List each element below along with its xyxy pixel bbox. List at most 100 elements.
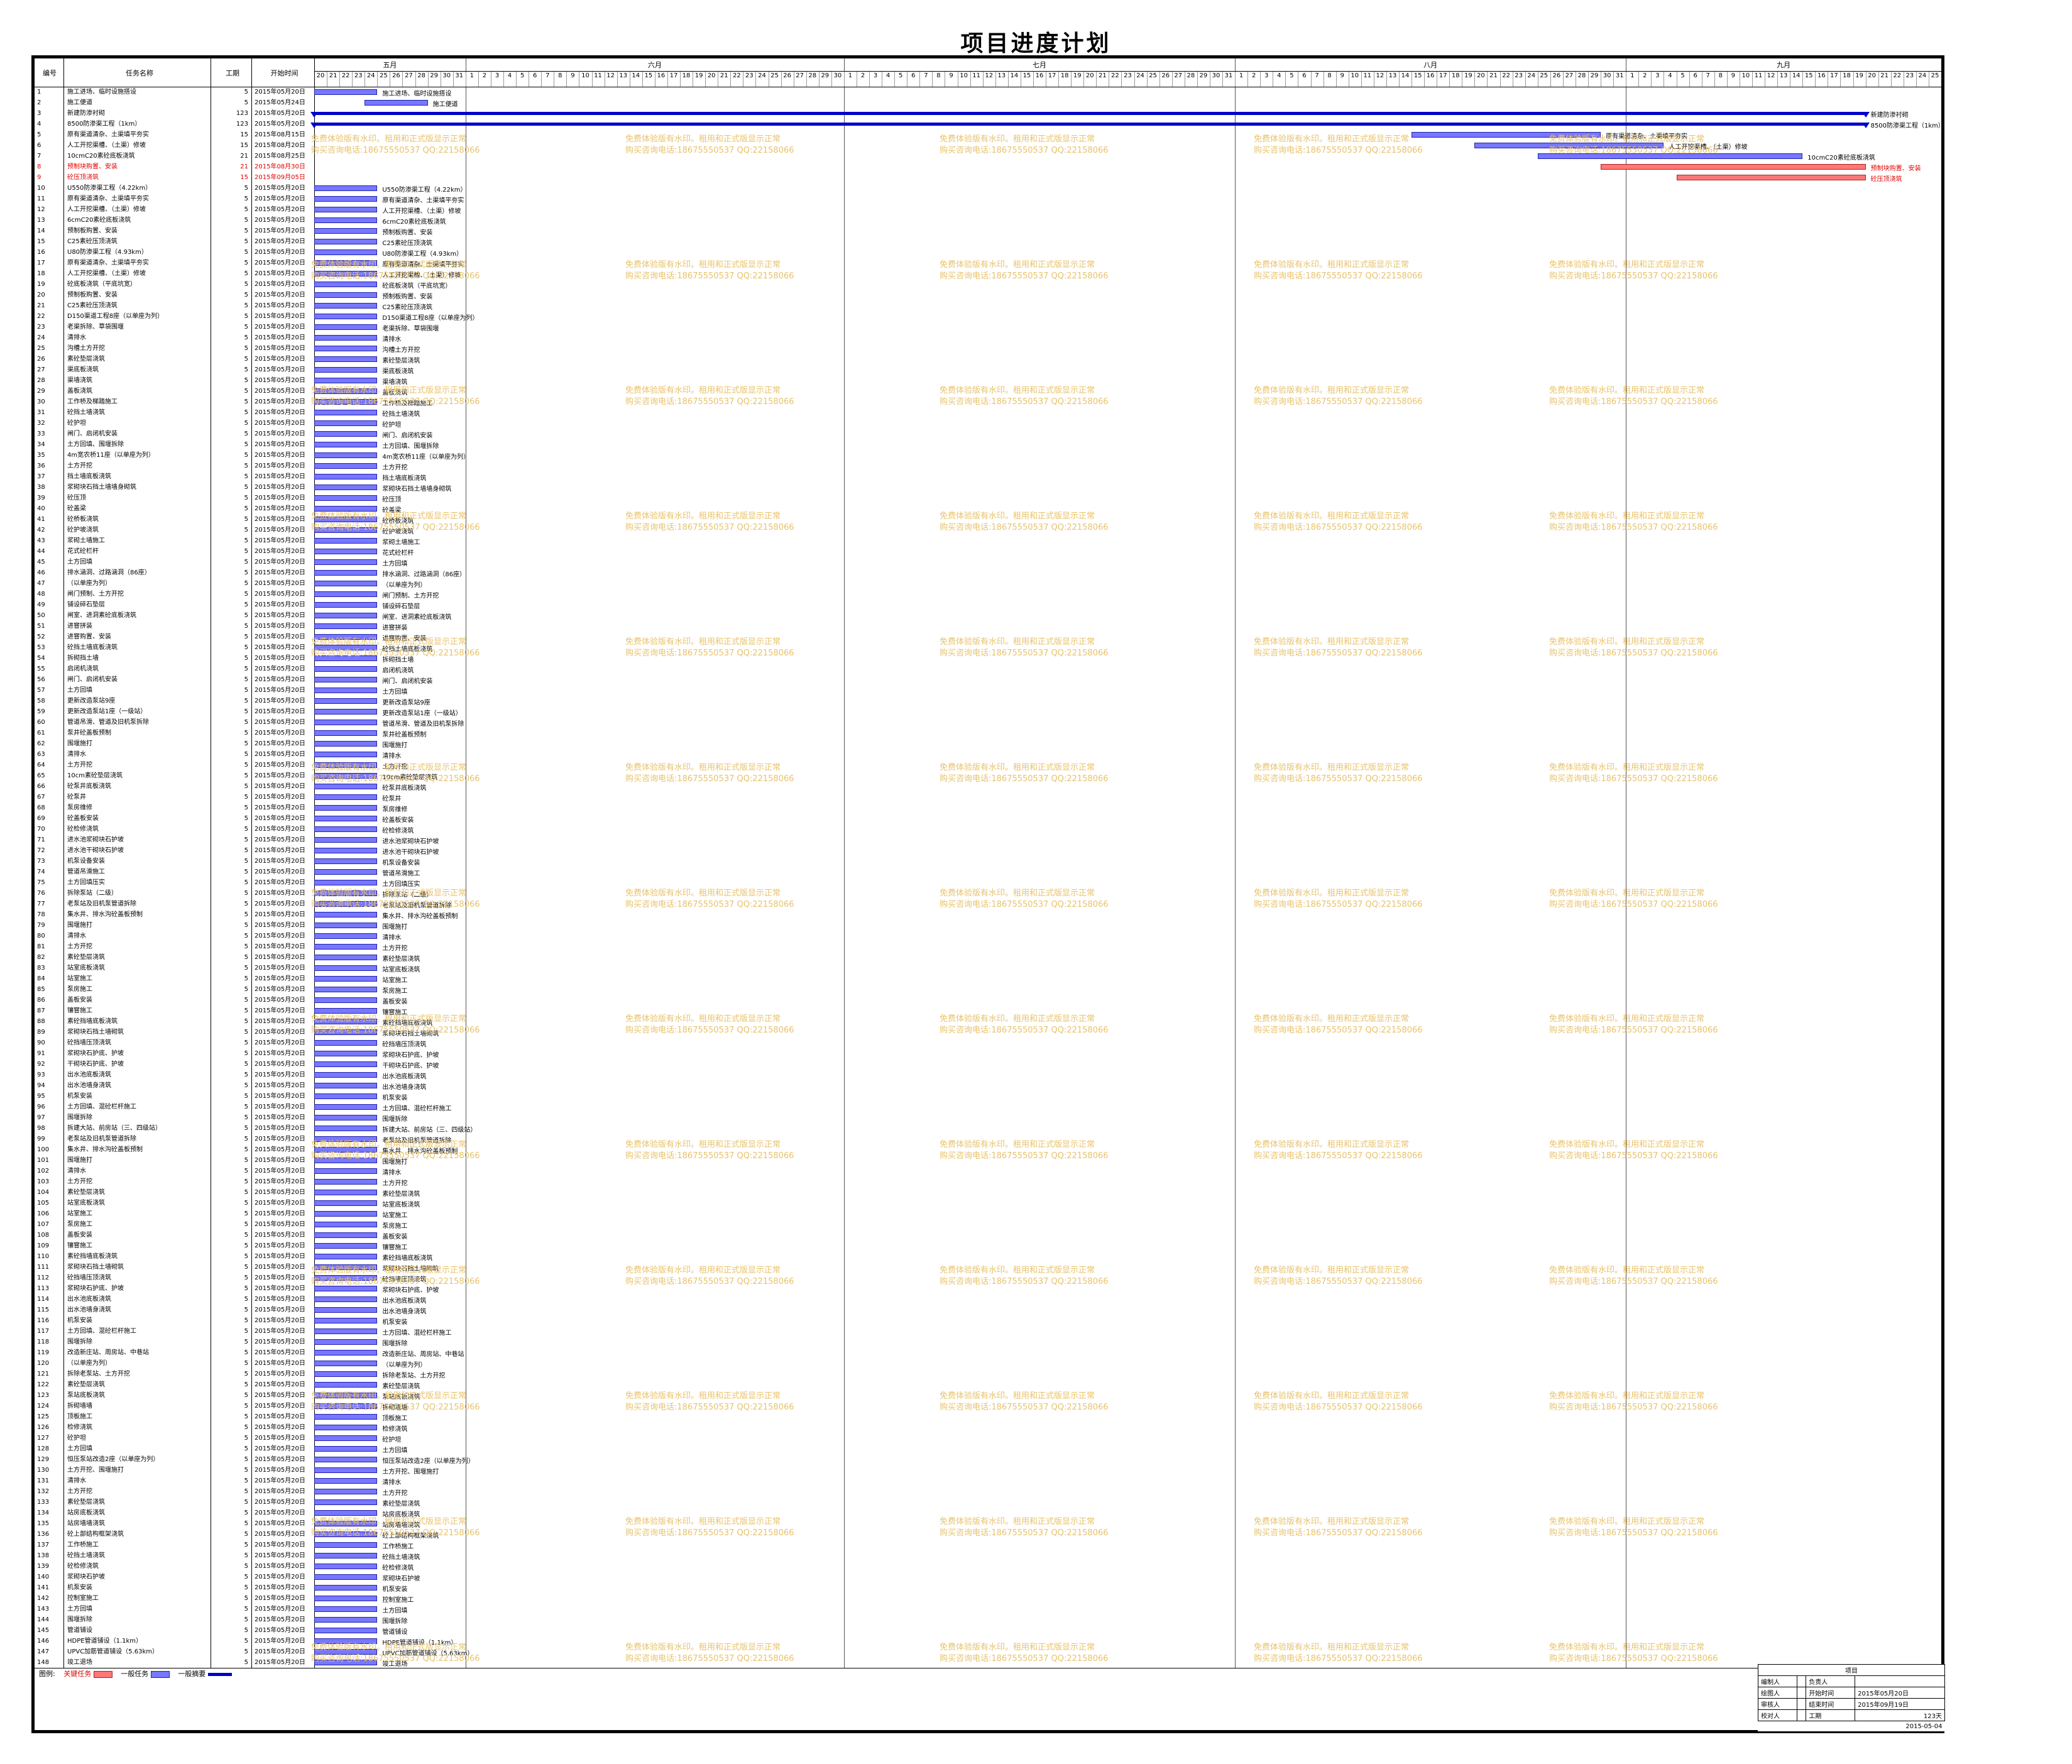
task-start: 2015年05月20日 bbox=[255, 612, 305, 619]
task-duration: 5 bbox=[244, 1136, 248, 1142]
day-divider bbox=[478, 71, 479, 87]
task-id: 126 bbox=[37, 1424, 50, 1431]
watermark-line: 免费体验版有水印。租用和正式版显示正常 bbox=[940, 512, 1095, 521]
day-number: 25 bbox=[1149, 72, 1157, 79]
watermark-line: 免费体验版有水印。租用和正式版显示正常 bbox=[625, 512, 781, 521]
watermark-line: 免费体验版有水印。租用和正式版显示正常 bbox=[311, 260, 467, 270]
bar-label: 浆砌土墙施工 bbox=[382, 539, 420, 546]
task-id: 74 bbox=[37, 868, 45, 875]
gantt-bar-normal bbox=[314, 1051, 378, 1056]
task-id: 117 bbox=[37, 1328, 50, 1335]
task-id: 124 bbox=[37, 1403, 50, 1410]
task-id: 48 bbox=[37, 591, 45, 598]
table-row: 59 更新改造泵站1座（一级站） 5 2015年05月20日 bbox=[35, 706, 314, 717]
day-divider bbox=[1159, 71, 1160, 87]
day-divider bbox=[1449, 71, 1450, 87]
day-number: 22 bbox=[1893, 72, 1902, 79]
task-start: 2015年05月20日 bbox=[255, 1328, 305, 1335]
task-start: 2015年05月20日 bbox=[255, 1264, 305, 1271]
watermark: 免费体验版有水印。租用和正式版显示正常 购买咨询电话:18675550537 QQ… bbox=[311, 385, 480, 408]
task-duration: 5 bbox=[244, 1007, 248, 1014]
task-start: 2015年05月20日 bbox=[255, 1456, 305, 1463]
day-divider bbox=[1411, 71, 1413, 87]
day-number: 19 bbox=[1464, 72, 1472, 79]
task-id: 107 bbox=[37, 1221, 50, 1228]
task-id: 42 bbox=[37, 527, 45, 534]
task-start: 2015年05月20日 bbox=[255, 1189, 305, 1196]
gantt-bar-normal bbox=[314, 292, 378, 298]
watermark: 免费体验版有水印。租用和正式版显示正常 购买咨询电话:18675550537 QQ… bbox=[940, 260, 1109, 282]
task-duration: 5 bbox=[244, 623, 248, 630]
watermark-line: 免费体验版有水印。租用和正式版显示正常 bbox=[625, 1266, 781, 1275]
watermark-line: 购买咨询电话:18675550537 QQ:22158066 bbox=[1254, 523, 1423, 532]
task-id: 20 bbox=[37, 292, 45, 299]
task-id: 118 bbox=[37, 1339, 50, 1345]
task-start: 2015年05月20日 bbox=[255, 1146, 305, 1153]
gantt-bar-normal bbox=[314, 677, 378, 682]
day-number: 8 bbox=[1718, 72, 1723, 79]
legend-label: 图例: bbox=[39, 1670, 55, 1678]
task-duration: 5 bbox=[244, 238, 248, 245]
table-row: 120 （以单座为列） 5 2015年05月20日 bbox=[35, 1358, 314, 1369]
task-start: 2015年05月20日 bbox=[255, 452, 305, 459]
day-number: 11 bbox=[594, 72, 602, 79]
task-id: 93 bbox=[37, 1071, 45, 1078]
day-divider bbox=[1588, 71, 1589, 87]
watermark-line: 购买咨询电话:18675550537 QQ:22158066 bbox=[940, 774, 1109, 784]
watermark-line: 购买咨询电话:18675550537 QQ:22158066 bbox=[625, 397, 794, 407]
task-id: 60 bbox=[37, 719, 45, 726]
table-row: 90 砼挡墙压顶浇筑 5 2015年05月20日 bbox=[35, 1038, 314, 1048]
watermark-line: 免费体验版有水印。租用和正式版显示正常 bbox=[311, 1266, 467, 1275]
day-number: 14 bbox=[1792, 72, 1801, 79]
gantt-bar-normal bbox=[314, 623, 378, 629]
table-row: 65 10cm素砼垫层浇筑 5 2015年05月20日 bbox=[35, 770, 314, 781]
bar-label: 改造新庄站、周房站、中巷站 bbox=[382, 1351, 464, 1358]
watermark: 免费体验版有水印。租用和正式版显示正常 购买咨询电话:18675550537 QQ… bbox=[1549, 1014, 1718, 1036]
task-duration: 5 bbox=[244, 1157, 248, 1164]
watermark-line: 购买咨询电话:18675550537 QQ:22158066 bbox=[625, 146, 794, 155]
day-number: 14 bbox=[632, 72, 640, 79]
info-draw: 绘图人 bbox=[1758, 1687, 1797, 1699]
task-id: 18 bbox=[37, 270, 45, 277]
watermark-line: 免费体验版有水印。租用和正式版显示正常 bbox=[625, 260, 781, 270]
day-number: 9 bbox=[571, 72, 575, 79]
bar-label: 闸门、启闭机安装 bbox=[382, 432, 433, 439]
bar-label: 土方回填、混砼栏杆施工 bbox=[382, 1330, 452, 1337]
day-number: 31 bbox=[1615, 72, 1624, 79]
task-start: 2015年05月20日 bbox=[255, 1595, 305, 1602]
watermark: 免费体验版有水印。租用和正式版显示正常 购买咨询电话:18675550537 QQ… bbox=[1254, 888, 1423, 911]
table-row: 46 排水涵洞、过路涵洞（86座） 5 2015年05月20日 bbox=[35, 567, 314, 578]
task-duration: 5 bbox=[244, 1456, 248, 1463]
watermark: 免费体验版有水印。租用和正式版显示正常 购买咨询电话:18675550537 QQ… bbox=[940, 888, 1109, 911]
table-row: 53 砼挡土墙底板浇筑 5 2015年05月20日 bbox=[35, 642, 314, 653]
task-id: 97 bbox=[37, 1114, 45, 1121]
watermark-line: 免费体验版有水印。租用和正式版显示正常 bbox=[311, 1391, 467, 1401]
gantt-bar-normal bbox=[314, 1243, 378, 1249]
task-duration: 5 bbox=[244, 890, 248, 897]
watermark: 免费体验版有水印。租用和正式版显示正常 购买咨询电话:18675550537 QQ… bbox=[1254, 1642, 1423, 1665]
task-duration: 21 bbox=[240, 163, 248, 170]
day-number: 2 bbox=[1252, 72, 1256, 79]
table-row: 9 砼压顶浇筑 15 2015年09月05日 bbox=[35, 172, 314, 183]
task-duration: 5 bbox=[244, 986, 248, 993]
task-duration: 5 bbox=[244, 302, 248, 309]
watermark-line: 购买咨询电话:18675550537 QQ:22158066 bbox=[1549, 649, 1718, 658]
task-start: 2015年05月20日 bbox=[255, 1232, 305, 1239]
bar-label: 土方开挖 bbox=[382, 945, 408, 952]
info-owner: 负责人 bbox=[1806, 1675, 1856, 1687]
gantt-bar-normal bbox=[314, 1371, 378, 1377]
table-row: 57 土方回填 5 2015年05月20日 bbox=[35, 685, 314, 696]
bar-label: 进水池浆砌块石护坡 bbox=[382, 838, 439, 845]
table-row: 23 老渠拆除、草袋围堰 5 2015年05月20日 bbox=[35, 322, 314, 332]
task-id: 132 bbox=[37, 1488, 50, 1495]
day-number: 16 bbox=[657, 72, 666, 79]
watermark-line: 购买咨询电话:18675550537 QQ:22158066 bbox=[1549, 397, 1718, 407]
table-row: 52 进窨购置、安装 5 2015年05月20日 bbox=[35, 632, 314, 642]
task-duration: 15 bbox=[240, 174, 248, 181]
table-row: 112 砼挡墙压顶浇筑 5 2015年05月20日 bbox=[35, 1273, 314, 1283]
day-number: 7 bbox=[545, 72, 550, 79]
task-start: 2015年08月30日 bbox=[255, 163, 305, 170]
bar-label: 土方开挖 bbox=[382, 1180, 408, 1187]
watermark-line: 免费体验版有水印。租用和正式版显示正常 bbox=[311, 386, 467, 395]
gantt-bar-summary bbox=[314, 112, 1866, 115]
